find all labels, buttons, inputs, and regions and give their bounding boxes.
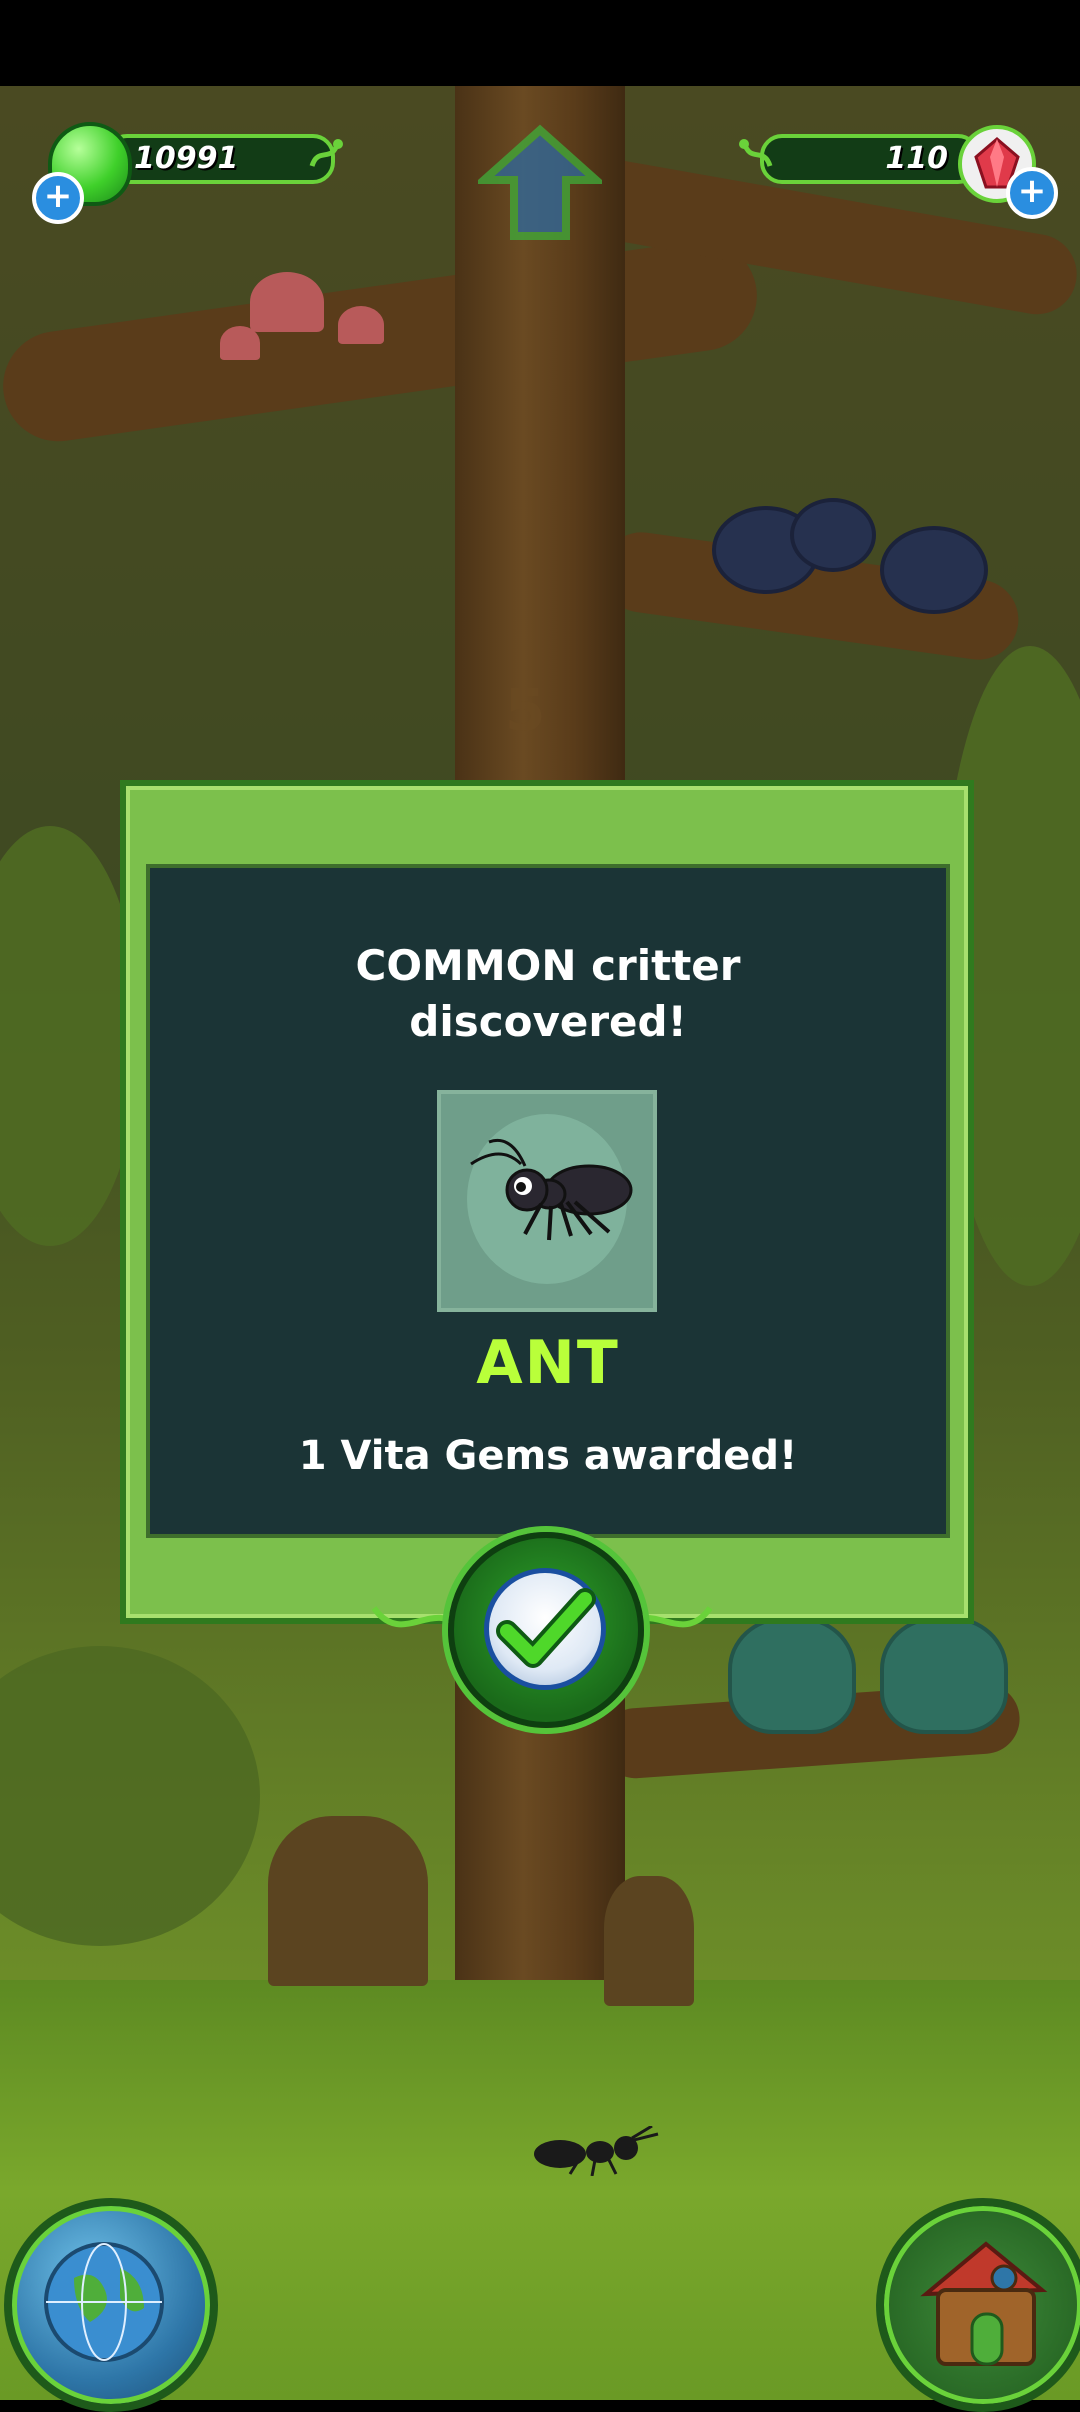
dialog-content-panel: COMMON critter discovered! ANT 1 Vita Ge… [146,864,950,1538]
mushroom [220,326,260,360]
frog-critter [880,1616,1008,1734]
dialog-title-line2: discovered! [409,997,687,1046]
award-text: 1 Vita Gems awarded! [298,1433,798,1479]
mushroom-house [268,1816,428,1986]
mushroom [250,272,324,332]
critter-name: ANT [476,1328,620,1398]
confirm-button-face [484,1568,606,1690]
ant-icon [470,1139,633,1241]
frog-critter [728,1616,856,1734]
checkmark-icon [496,1588,596,1668]
vine-icon [309,139,343,167]
dialog-title-line1: COMMON critter [355,941,741,990]
beetle-critter [790,498,876,572]
status-bar [0,0,1080,86]
gem-currency-value: 110 [885,141,948,176]
dialog-title: COMMON critter discovered! [150,938,946,1050]
foliage [0,1646,260,1946]
treehouse-button[interactable] [876,2198,1080,2412]
add-gem-currency-button[interactable]: + [1006,167,1058,219]
level-number: 5 [505,676,546,744]
confirm-button[interactable] [448,1532,644,1728]
up-arrow-icon[interactable] [478,124,602,242]
vine-icon [739,139,773,167]
green-currency-bar: 10991 [105,134,335,184]
mushroom [338,306,384,344]
foliage [0,826,140,1246]
beetle-critter [880,526,988,614]
ground-ant-critter [534,2126,659,2176]
gem-currency-bar: 110 [760,134,980,184]
treehouse-icon [920,2241,1048,2366]
critter-discovered-dialog: COMMON critter discovered! ANT 1 Vita Ge… [120,780,974,1624]
add-green-currency-button[interactable]: + [32,172,84,224]
globe-button[interactable] [4,2198,218,2412]
green-currency-value: 10991 [134,141,239,176]
globe-icon [44,2242,164,2362]
critter-card [437,1090,657,1312]
mushroom-house [604,1876,694,2006]
